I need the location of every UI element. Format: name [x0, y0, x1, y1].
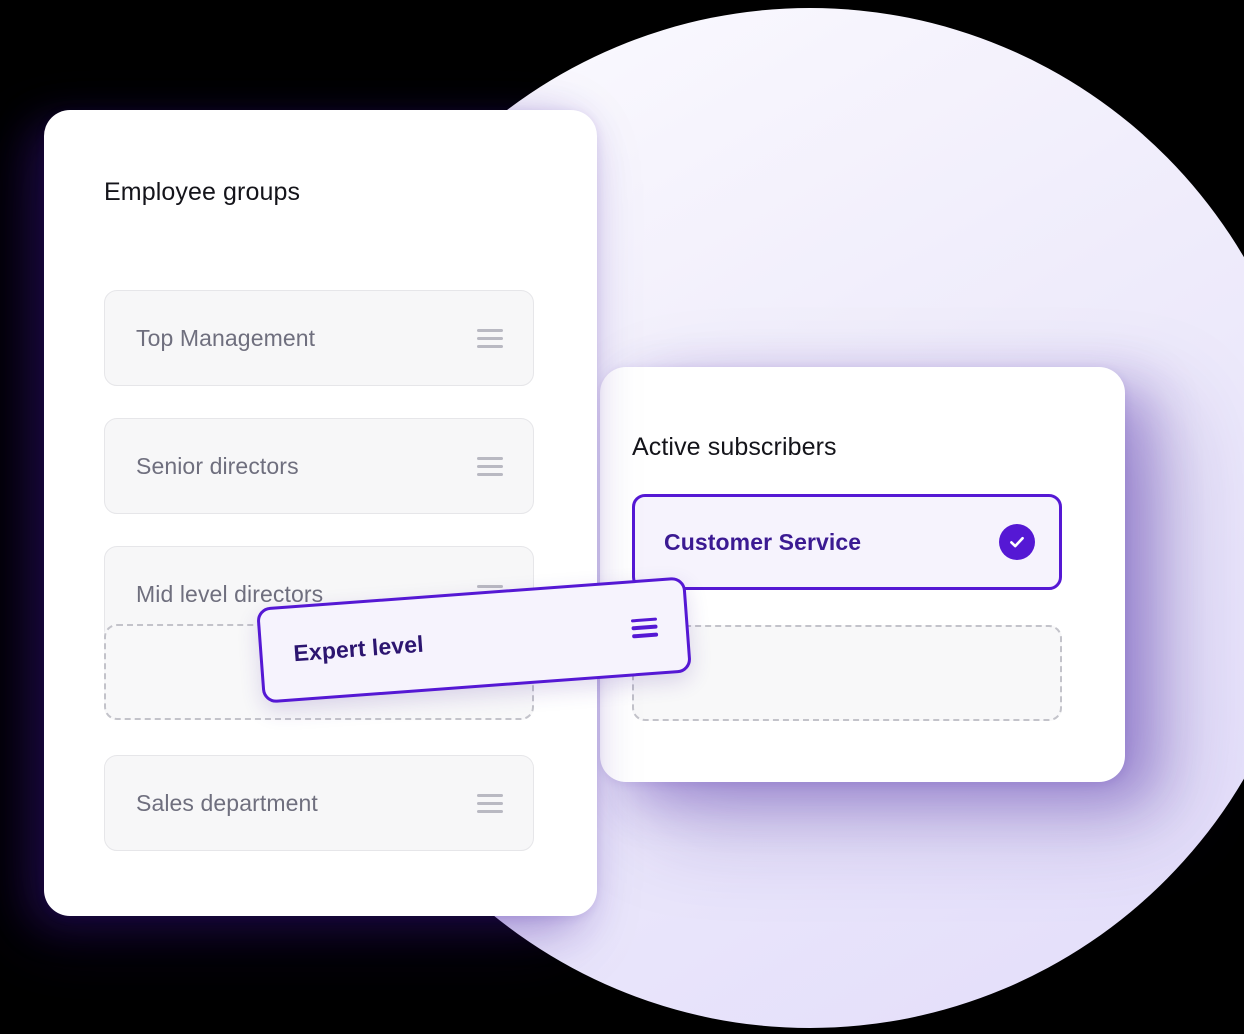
subscriber-row-label: Customer Service	[664, 528, 862, 555]
employee-groups-title: Employee groups	[104, 178, 301, 206]
group-row-label: Mid level directors	[136, 580, 324, 607]
dragged-card-label: Expert level	[292, 630, 425, 666]
active-subscribers-panel: Active subscribers Customer Service	[600, 367, 1125, 782]
drag-handle-icon[interactable]	[477, 793, 503, 813]
group-row-top-management[interactable]: Top Management	[104, 290, 534, 386]
group-row-label: Top Management	[136, 324, 316, 351]
drag-handle-icon[interactable]	[477, 456, 503, 476]
active-subscribers-title: Active subscribers	[632, 433, 837, 461]
group-row-senior-directors[interactable]: Senior directors	[104, 418, 534, 514]
drag-handle-icon[interactable]	[477, 328, 503, 348]
check-circle-icon[interactable]	[999, 524, 1035, 560]
drag-handle-icon[interactable]	[630, 617, 659, 638]
group-row-label: Senior directors	[136, 452, 299, 479]
illustration-stage: Employee groups Top Management Senior di…	[0, 0, 1244, 1034]
employee-groups-panel: Employee groups Top Management Senior di…	[44, 110, 597, 916]
subscriber-row-customer-service[interactable]: Customer Service	[632, 494, 1062, 590]
drop-placeholder-active-subscribers[interactable]	[632, 625, 1062, 721]
group-row-label: Sales department	[136, 789, 318, 816]
group-row-sales-department[interactable]: Sales department	[104, 755, 534, 851]
